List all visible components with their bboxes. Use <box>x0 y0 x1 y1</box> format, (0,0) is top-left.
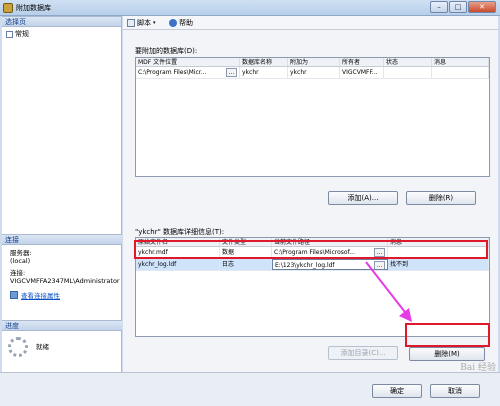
ok-button[interactable]: 确定 <box>372 384 422 398</box>
footer-bar <box>0 372 500 406</box>
watermark-logo: Bai 经验 <box>460 363 496 373</box>
annotation-arrow <box>365 261 412 322</box>
cancel-button[interactable]: 取消 <box>430 384 480 398</box>
